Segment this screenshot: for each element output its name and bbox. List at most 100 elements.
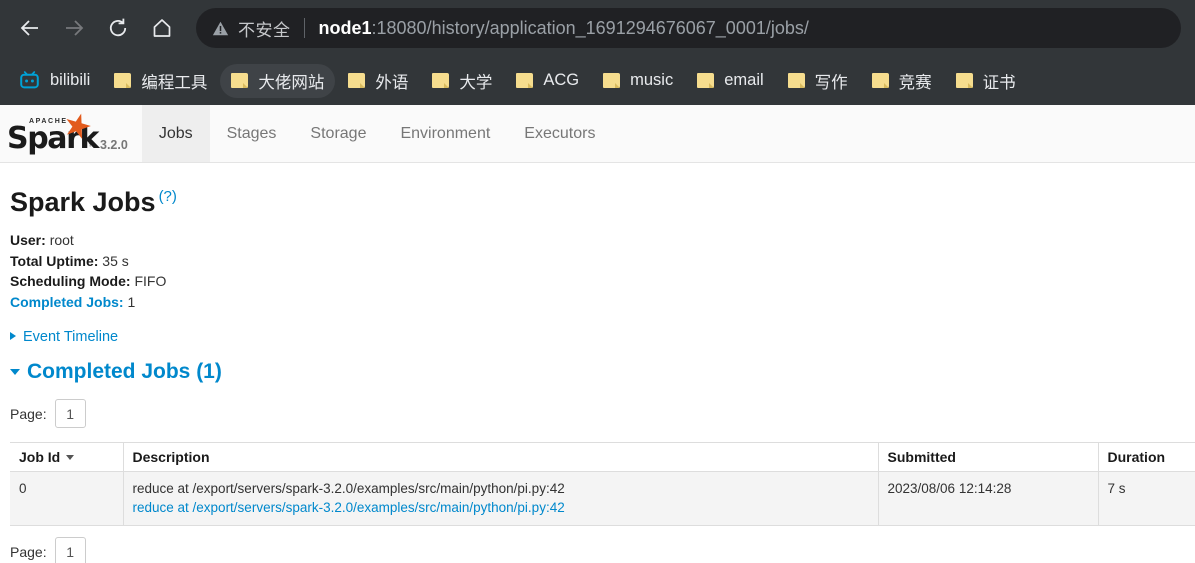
folder-icon — [114, 73, 132, 88]
bookmark-folder-8[interactable]: 写作 — [777, 64, 859, 98]
bookmark-folder-5[interactable]: ACG — [505, 64, 590, 98]
top-pager: Page: — [10, 399, 1185, 428]
summary-value: 35 s — [102, 252, 129, 269]
spark-brand[interactable]: APACHE Spark ™ ★ 3.2.0 — [0, 104, 142, 162]
description-link[interactable]: reduce at /export/servers/spark-3.2.0/ex… — [133, 498, 870, 517]
folder-icon — [955, 73, 973, 88]
url-path: :18080/history/application_1691294676067… — [371, 17, 809, 38]
bookmark-label: 编程工具 — [141, 73, 208, 92]
completed-jobs-link[interactable]: Completed Jobs: — [10, 294, 124, 310]
column-label: Submitted — [887, 449, 956, 465]
page-input[interactable] — [54, 537, 86, 563]
bookmark-folder-10[interactable]: 证书 — [945, 64, 1027, 98]
folder-icon — [603, 73, 621, 88]
cell-duration: 7 s — [1097, 471, 1195, 526]
spark-logo-icon: APACHE Spark ™ ★ — [6, 104, 102, 156]
bookmark-label: bilibili — [50, 71, 91, 89]
summary-value: root — [49, 232, 74, 248]
chevron-right-icon — [10, 332, 16, 340]
column-header-duration[interactable]: Duration — [1097, 442, 1195, 472]
column-header-job-id[interactable]: Job Id — [10, 442, 123, 472]
browser-chrome: 不安全 node1:18080/history/application_1691… — [0, 0, 1195, 105]
logo-tm-text: ™ — [88, 142, 96, 151]
address-bar[interactable]: 不安全 node1:18080/history/application_1691… — [196, 8, 1181, 48]
tab-label: Jobs — [158, 124, 193, 142]
folder-icon — [787, 73, 805, 88]
summary-total-uptime: Total Uptime: 35 s — [10, 251, 1185, 272]
bookmark-folder-4[interactable]: 大学 — [421, 64, 503, 98]
column-label: Job Id — [19, 449, 61, 465]
home-icon — [153, 19, 171, 37]
page-title: Spark Jobs (?) — [10, 189, 1185, 216]
help-link[interactable]: (?) — [159, 188, 177, 205]
bookmark-folder-1[interactable]: 编程工具 — [103, 64, 218, 98]
sort-descending-icon — [66, 455, 75, 460]
bottom-pager: Page: — [10, 537, 1185, 563]
summary-label: User: — [10, 232, 46, 248]
browser-toolbar: 不安全 node1:18080/history/application_1691… — [0, 0, 1195, 56]
summary-value: 1 — [127, 293, 136, 310]
bookmark-bilibili[interactable]: bilibili — [8, 64, 101, 98]
table-row[interactable]: 0 reduce at /export/servers/spark-3.2.0/… — [10, 471, 1195, 526]
bookmark-folder-2[interactable]: 大佬网站 — [220, 63, 336, 98]
column-header-description[interactable]: Description — [122, 442, 878, 472]
bookmarks-bar: bilibili 编程工具 大佬网站 外语 大学 ACG music email… — [0, 56, 1195, 105]
tab-storage[interactable]: Storage — [293, 105, 383, 162]
security-label: 不安全 — [238, 20, 291, 40]
tab-label: Environment — [400, 124, 491, 142]
summary-user: User: root — [10, 230, 1185, 251]
bookmark-label: email — [724, 71, 764, 89]
bookmark-folder-3[interactable]: 外语 — [337, 64, 419, 98]
description-text: reduce at /export/servers/spark-3.2.0/ex… — [132, 481, 565, 496]
tab-executors[interactable]: Executors — [507, 105, 612, 162]
pager-label: Page: — [10, 405, 47, 422]
summary-scheduling-mode: Scheduling Mode: FIFO — [10, 271, 1185, 292]
folder-icon — [348, 73, 366, 88]
tab-label: Storage — [310, 124, 367, 142]
bookmark-label: 大学 — [459, 73, 493, 92]
summary-completed-jobs: Completed Jobs: 1 — [10, 292, 1185, 313]
column-label: Description — [132, 449, 210, 465]
bookmark-label: 竞赛 — [898, 73, 932, 92]
page-content: Spark Jobs (?) User: root Total Uptime: 3… — [0, 189, 1195, 563]
bookmark-label: 写作 — [814, 73, 848, 92]
page-input[interactable] — [54, 399, 86, 428]
bookmark-folder-7[interactable]: email — [686, 64, 774, 98]
cell-job-id: 0 — [10, 471, 123, 526]
forward-button[interactable] — [54, 8, 94, 48]
spark-navbar: APACHE Spark ™ ★ 3.2.0 Jobs Stages Stora… — [0, 104, 1195, 163]
bookmark-label: 外语 — [375, 73, 409, 92]
bookmark-label: 大佬网站 — [258, 73, 325, 92]
url-host: node1 — [318, 17, 372, 38]
event-timeline-label: Event Timeline — [23, 329, 119, 345]
pager-label: Page: — [10, 543, 47, 560]
spark-nav-tabs: Jobs Stages Storage Environment Executor… — [141, 105, 613, 162]
folder-icon — [697, 73, 715, 88]
completed-jobs-section-header[interactable]: Completed Jobs (1) — [10, 360, 1185, 384]
folder-icon — [231, 73, 249, 88]
bookmark-label: music — [630, 71, 674, 89]
bookmark-folder-9[interactable]: 竞赛 — [861, 64, 943, 98]
table-header-row: Job Id Description Submitted Duration — [10, 442, 1195, 472]
folder-icon — [871, 73, 889, 88]
tab-stages[interactable]: Stages — [210, 105, 294, 162]
warning-triangle-icon[interactable] — [212, 20, 229, 37]
page-title-text: Spark Jobs — [10, 187, 156, 217]
column-header-submitted[interactable]: Submitted — [877, 442, 1098, 472]
cell-submitted: 2023/08/06 12:14:28 — [877, 471, 1098, 526]
omnibox-divider — [303, 18, 305, 38]
folder-icon — [432, 73, 450, 88]
bookmark-folder-6[interactable]: music — [592, 64, 684, 98]
tab-environment[interactable]: Environment — [383, 105, 507, 162]
summary-label: Scheduling Mode: — [10, 273, 131, 289]
home-button[interactable] — [142, 8, 182, 48]
section-title: Completed Jobs (1) — [27, 360, 222, 383]
back-button[interactable] — [10, 8, 50, 48]
arrow-right-icon — [66, 20, 84, 36]
bookmark-label: 证书 — [982, 73, 1016, 92]
bilibili-icon — [20, 71, 39, 89]
tab-jobs[interactable]: Jobs — [141, 105, 210, 162]
event-timeline-toggle[interactable]: Event Timeline — [10, 329, 1185, 345]
reload-button[interactable] — [98, 8, 138, 48]
bookmark-label: ACG — [543, 71, 580, 89]
